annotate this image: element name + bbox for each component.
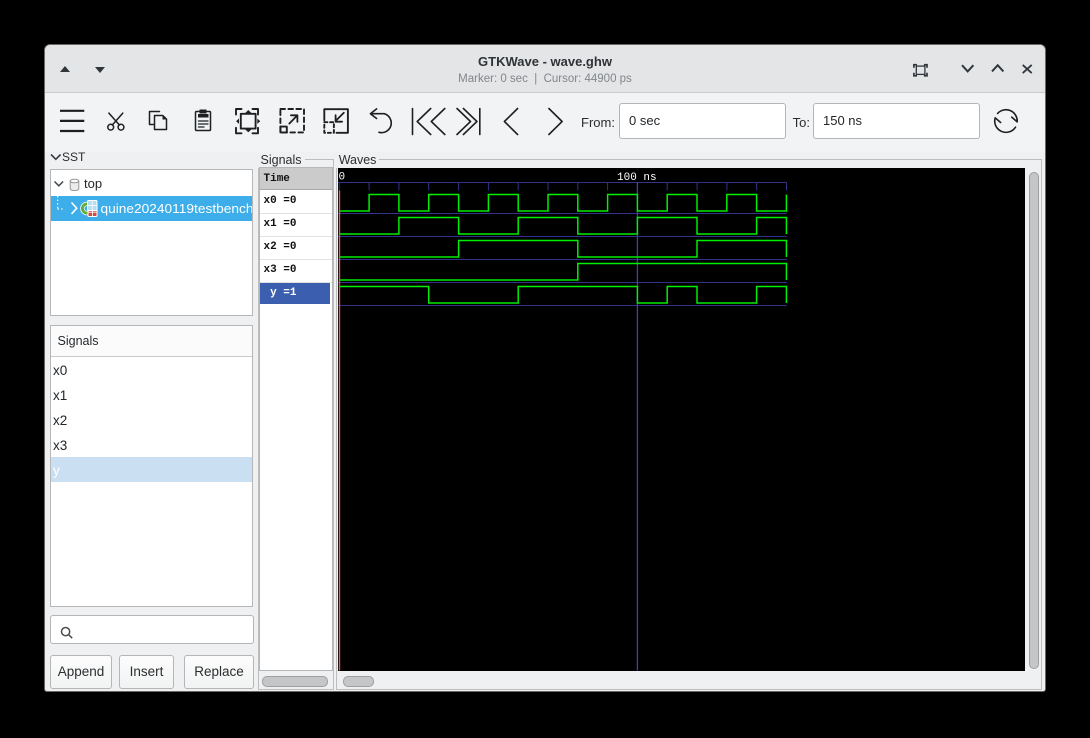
svg-text:0: 0 xyxy=(338,171,345,183)
svg-text:quine20240119testbench: quine20240119testbench xyxy=(101,201,253,216)
svg-text:100 ns: 100 ns xyxy=(617,172,657,184)
